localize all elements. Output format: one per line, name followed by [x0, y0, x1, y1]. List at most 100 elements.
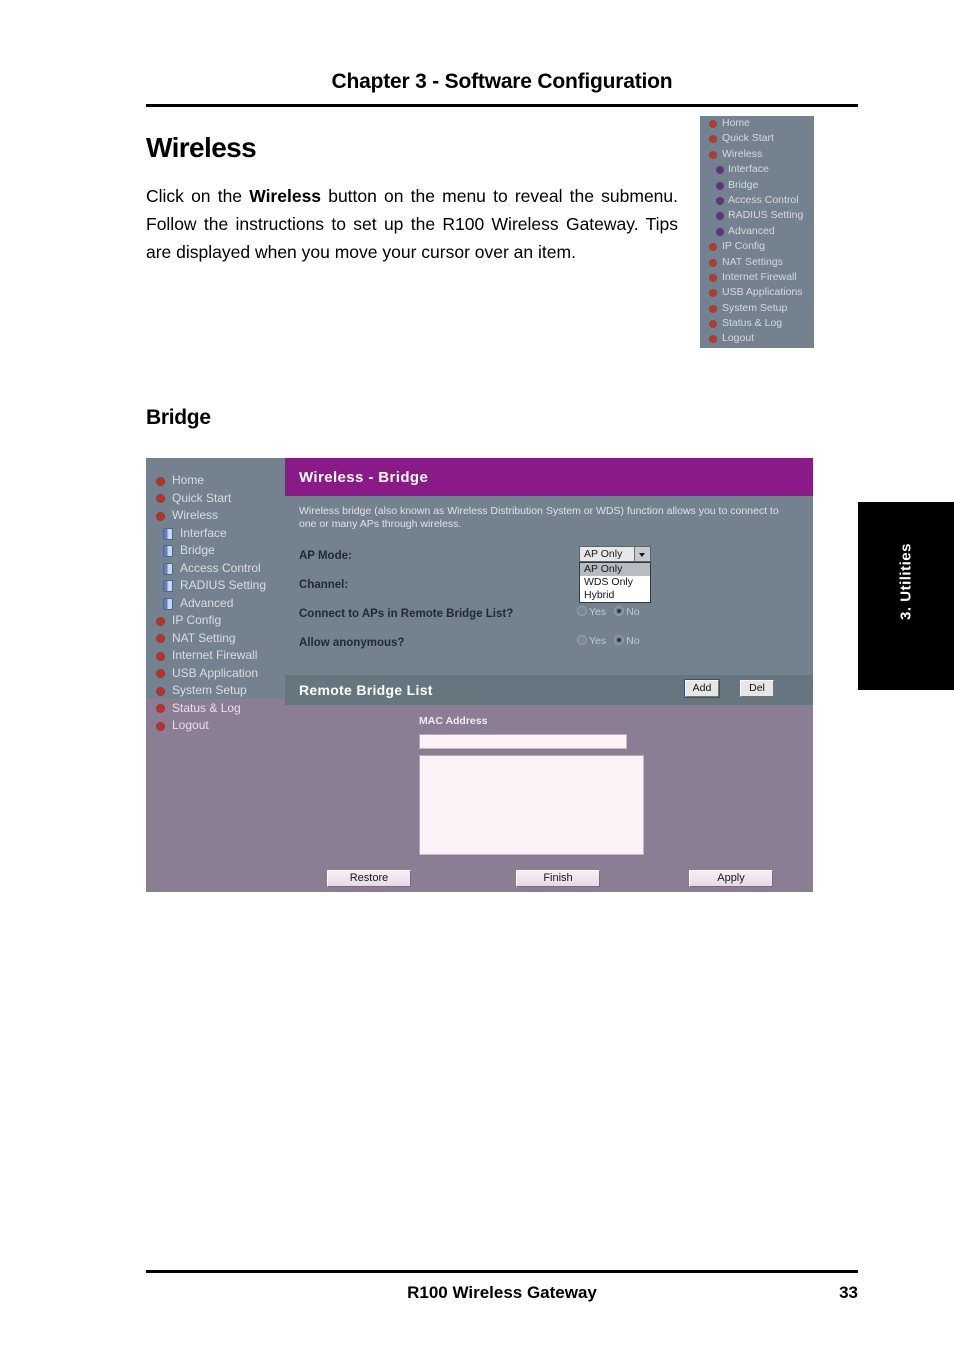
sidebar-item-advanced[interactable]: Advanced	[146, 595, 285, 613]
router-settings-panel: Wireless bridge (also known as Wireless …	[285, 496, 813, 675]
sidebar-item-radius-setting[interactable]: RADIUS Setting	[146, 577, 285, 595]
sidebar-item-system-setup[interactable]: System Setup	[146, 682, 285, 700]
sidebar-item-label: Status & Log	[172, 700, 241, 715]
sidebar-item-bridge[interactable]: Bridge	[146, 542, 285, 560]
ap-mode-option-hybrid[interactable]: Hybrid	[580, 589, 650, 602]
mini-menu-item-nat-settings[interactable]: NAT Settings	[700, 255, 814, 270]
wireless-paragraph: Click on the Wireless button on the menu…	[146, 182, 678, 266]
restore-button[interactable]: Restore	[327, 870, 411, 887]
radio-anonymous-yes[interactable]	[577, 635, 587, 645]
mac-address-listbox[interactable]	[419, 755, 644, 855]
page-document-icon	[164, 581, 172, 591]
mini-menu-item-logout[interactable]: Logout	[700, 331, 814, 346]
mini-menu-item-radius-setting[interactable]: RADIUS Setting	[700, 208, 814, 223]
sidebar-item-quick-start[interactable]: Quick Start	[146, 490, 285, 508]
sidebar-item-internet-firewall[interactable]: Internet Firewall	[146, 647, 285, 665]
mini-menu-item-system-setup[interactable]: System Setup	[700, 301, 814, 316]
mini-menu-item-access-control[interactable]: Access Control	[700, 193, 814, 208]
mini-menu-item-wireless[interactable]: Wireless	[700, 147, 814, 162]
menu-bullet-icon	[157, 495, 164, 502]
sidebar-item-label: Quick Start	[172, 490, 232, 505]
ap-mode-option-ap-only[interactable]: AP Only	[580, 563, 650, 576]
mini-menu-item-interface[interactable]: Interface	[700, 162, 814, 177]
heading-wireless: Wireless	[146, 132, 257, 163]
mini-menu-item-label: USB Applications	[722, 286, 803, 299]
radio-anonymous-no-label: No	[626, 635, 640, 647]
radio-anonymous-yes-label: Yes	[589, 635, 607, 647]
heading-bridge: Bridge	[146, 406, 211, 429]
ap-mode-select[interactable]: AP Only	[579, 546, 651, 562]
menu-bullet-icon	[710, 121, 716, 127]
page-title: Chapter 3 - Software Configuration	[331, 70, 673, 93]
mini-menu-item-advanced[interactable]: Advanced	[700, 224, 814, 239]
radio-connect-yes[interactable]	[577, 606, 587, 616]
radio-connect-no[interactable]	[614, 606, 625, 616]
mini-menu-item-quick-start[interactable]: Quick Start	[700, 131, 814, 146]
router-title: Wireless - Bridge	[299, 469, 429, 486]
menu-bullet-icon	[157, 705, 164, 712]
page-document-icon	[164, 598, 172, 609]
mac-address-input[interactable]	[419, 734, 627, 749]
apply-button[interactable]: Apply	[689, 870, 773, 887]
mini-menu-item-label: Status & Log	[722, 317, 783, 330]
add-button[interactable]: Add	[684, 679, 720, 698]
menu-bullet-icon	[157, 617, 164, 625]
sidebar-item-label: Access Control	[180, 560, 261, 575]
sidebar-item-label: Home	[172, 473, 205, 487]
mini-menu-item-label: Advanced	[728, 224, 775, 237]
sidebar-item-label: System Setup	[172, 683, 247, 697]
label-connect-to-aps: Connect to APs in Remote Bridge List?	[299, 608, 514, 620]
mini-menu-item-ip-config[interactable]: IP Config	[700, 239, 814, 254]
submenu-bullet-icon	[717, 167, 723, 174]
menu-bullet-icon	[157, 670, 164, 677]
sidebar-item-status-log[interactable]: Status & Log	[146, 700, 285, 718]
sidebar-item-label: IP Config	[172, 613, 222, 627]
sidebar-item-logout[interactable]: Logout	[146, 717, 285, 735]
menu-bullet-icon	[157, 477, 164, 485]
menu-bullet-icon	[710, 259, 716, 266]
side-tab-label: 3. Utilities	[897, 543, 915, 620]
connect-to-aps-radio-group[interactable]: Yes No	[577, 606, 640, 618]
label-channel: Channel:	[299, 579, 349, 591]
sidebar-item-interface[interactable]: Interface	[146, 525, 285, 543]
ap-mode-option-wds-only[interactable]: WDS Only	[580, 576, 650, 589]
sidebar-item-wireless[interactable]: Wireless	[146, 507, 285, 525]
mini-menu-list: Home Quick Start Wireless Interface Bridge Ac…	[700, 116, 814, 347]
remote-bridge-list-bar: Remote Bridge List Add Del	[285, 675, 813, 705]
mini-menu-item-home[interactable]: Home	[700, 116, 814, 131]
page-document-icon	[164, 528, 172, 539]
menu-bullet-icon	[710, 274, 716, 281]
mini-menu-item-internet-firewall[interactable]: Internet Firewall	[700, 270, 814, 285]
label-allow-anonymous: Allow anonymous?	[299, 637, 405, 649]
sidebar-item-label: USB Application	[172, 665, 259, 680]
mini-menu-item-usb-applications[interactable]: USB Applications	[700, 285, 814, 300]
menu-bullet-icon	[710, 336, 716, 343]
sidebar-item-ip-config[interactable]: IP Config	[146, 612, 285, 630]
menu-bullet-icon	[157, 635, 164, 642]
page-document-icon	[164, 546, 172, 556]
radio-anonymous-no[interactable]	[614, 635, 625, 645]
mini-menu-item-label: Interface	[728, 163, 769, 176]
label-ap-mode: AP Mode:	[299, 550, 352, 562]
remote-bridge-list-panel: MAC Address Restore Finish Apply	[285, 705, 813, 892]
sidebar-item-label: Advanced	[180, 595, 234, 610]
mini-menu-item-label: Quick Start	[722, 132, 774, 145]
mini-menu-item-label: Home	[722, 117, 751, 129]
ap-mode-options-list[interactable]: AP Only WDS Only Hybrid	[579, 562, 651, 603]
sidebar-item-access-control[interactable]: Access Control	[146, 560, 285, 578]
sidebar-item-usb-application[interactable]: USB Application	[146, 665, 285, 683]
del-button[interactable]: Del	[740, 680, 774, 697]
chevron-down-icon[interactable]	[634, 547, 650, 561]
remote-bridge-list-title: Remote Bridge List	[299, 682, 433, 698]
finish-button[interactable]: Finish	[516, 870, 600, 887]
submenu-bullet-icon	[717, 182, 723, 189]
router-ui-screenshot: Home Quick Start Wireless Interface Bridge Ac…	[146, 458, 813, 892]
mini-menu-item-status-log[interactable]: Status & Log	[700, 316, 814, 331]
mini-menu-item-bridge[interactable]: Bridge	[700, 178, 814, 193]
sidebar-item-nat-setting[interactable]: NAT Setting	[146, 630, 285, 648]
mini-menu-item-label: NAT Settings	[722, 255, 783, 268]
allow-anonymous-radio-group[interactable]: Yes No	[577, 635, 640, 647]
page-document-icon	[164, 563, 172, 574]
sidebar-item-home[interactable]: Home	[146, 472, 285, 490]
ap-mode-selected-value: AP Only	[584, 548, 623, 560]
